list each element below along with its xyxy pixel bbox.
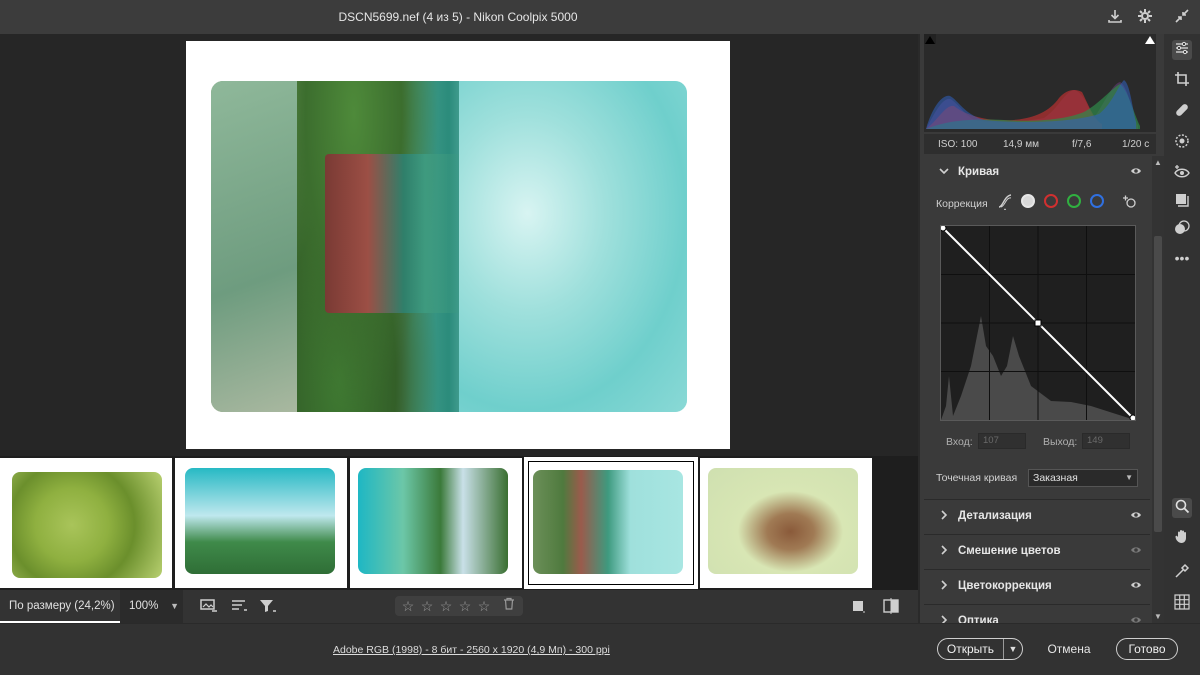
before-after-icon[interactable]	[882, 598, 900, 616]
eye-icon[interactable]	[1130, 166, 1142, 179]
chevron-right-icon	[938, 545, 950, 558]
title-bar: DSCN5699.nef (4 из 5) - Nikon Coolpix 50…	[0, 0, 1200, 34]
edit-panel: ISO: 100 14,9 мм f/7,6 1/20 с Кривая Кор…	[918, 34, 1164, 623]
star-icon[interactable]: ☆	[418, 597, 436, 615]
zoom-icon[interactable]	[1172, 498, 1192, 518]
output-field[interactable]: 149	[1082, 433, 1130, 449]
save-icon[interactable]	[1106, 8, 1124, 26]
filmstrip-thumb[interactable]	[700, 458, 872, 588]
healing-icon[interactable]	[1172, 102, 1192, 122]
footer-bar: Adobe RGB (1998) - 8 бит - 2560 x 1920 (…	[0, 623, 1200, 675]
chevron-down-icon[interactable]: ▼	[1004, 639, 1022, 659]
star-icon[interactable]: ☆	[475, 597, 493, 615]
edit-sliders-icon[interactable]	[1172, 40, 1192, 60]
scroll-up-icon[interactable]: ▲	[1154, 158, 1162, 167]
exif-info: ISO: 100 14,9 мм f/7,6 1/20 с	[924, 134, 1156, 154]
filmstrip-thumb-selected[interactable]	[524, 457, 698, 589]
point-curve-white-icon[interactable]	[1021, 194, 1035, 208]
target-adjust-icon[interactable]	[1122, 194, 1136, 208]
input-field[interactable]: 107	[978, 433, 1026, 449]
section-title: Цветокоррекция	[958, 580, 1052, 592]
filmstrip-thumb[interactable]	[350, 458, 522, 588]
scrollbar-thumb[interactable]	[1154, 236, 1162, 532]
correction-label: Коррекция	[936, 198, 988, 210]
hand-icon[interactable]	[1172, 528, 1192, 548]
blue-channel-icon[interactable]	[1090, 194, 1104, 208]
eye-icon[interactable]	[1130, 510, 1142, 523]
red-channel-icon[interactable]	[1044, 194, 1058, 208]
workflow-options-link[interactable]: Adobe RGB (1998) - 8 бит - 2560 x 1920 (…	[333, 644, 610, 656]
section-title: Детализация	[958, 510, 1032, 522]
zoom-level-select[interactable]: 100% ▼	[120, 590, 183, 623]
gear-icon[interactable]	[1136, 8, 1154, 26]
filmstrip-thumb[interactable]	[175, 458, 347, 588]
chevron-down-icon: ▼	[170, 601, 179, 611]
shutter-value: 1/20 с	[1122, 139, 1150, 150]
mask-icon[interactable]	[1172, 133, 1192, 153]
output-label: Выход:	[1043, 436, 1078, 448]
tool-rail: •••	[1164, 34, 1200, 623]
window-title: DSCN5699.nef (4 из 5) - Nikon Coolpix 50…	[338, 10, 578, 24]
filmstrip	[0, 456, 918, 590]
presets-icon[interactable]	[1172, 220, 1192, 240]
section-detail[interactable]: Детализация	[924, 499, 1150, 533]
image-canvas[interactable]	[0, 34, 918, 456]
input-label: Вход:	[946, 436, 973, 448]
chevron-right-icon	[938, 615, 950, 623]
point-curve-select[interactable]: Заказная ▼	[1028, 469, 1138, 487]
cancel-button[interactable]: Отмена	[1040, 638, 1098, 660]
preview-photo	[211, 81, 687, 412]
aperture-value: f/7,6	[1072, 139, 1092, 150]
open-button[interactable]: Открыть ▼	[937, 638, 1023, 660]
iso-value: ISO: 100	[938, 139, 978, 150]
trash-icon[interactable]	[500, 597, 518, 615]
green-channel-icon[interactable]	[1067, 194, 1081, 208]
chevron-right-icon	[938, 580, 950, 593]
tone-curve-graph[interactable]	[939, 224, 1137, 422]
star-icon[interactable]: ☆	[437, 597, 455, 615]
filmstrip-thumb[interactable]	[0, 458, 172, 588]
section-optics[interactable]: Оптика	[924, 604, 1150, 623]
histogram	[924, 34, 1156, 132]
collapse-icon[interactable]	[1173, 8, 1191, 26]
focal-length-value: 14,9 мм	[1003, 139, 1039, 150]
filter-icon[interactable]	[259, 598, 277, 616]
sort-icon[interactable]	[230, 598, 248, 616]
single-view-icon[interactable]	[849, 598, 867, 616]
eye-icon[interactable]	[1130, 615, 1142, 623]
curve-section-header[interactable]: Кривая	[924, 156, 1150, 190]
chevron-down-icon	[938, 166, 950, 179]
sampler-icon[interactable]	[1172, 563, 1192, 583]
star-icon[interactable]: ☆	[399, 597, 417, 615]
chevron-down-icon: ▼	[1125, 473, 1133, 482]
point-curve-label: Точечная кривая	[936, 472, 1018, 484]
open-button-label[interactable]: Открыть	[938, 639, 1004, 659]
zoom-level-value: 100%	[129, 600, 159, 612]
rating-control[interactable]: ☆ ☆ ☆ ☆ ☆	[395, 596, 523, 616]
panel-scrollbar[interactable]: ▲ ▼	[1152, 156, 1164, 623]
snapshots-icon[interactable]	[1172, 192, 1192, 212]
section-color-mixer[interactable]: Смешение цветов	[924, 534, 1150, 568]
scroll-down-icon[interactable]: ▼	[1154, 612, 1162, 621]
eye-icon[interactable]	[1130, 580, 1142, 593]
filmstrip-options-icon[interactable]	[200, 598, 218, 616]
eye-icon[interactable]	[1130, 545, 1142, 558]
redeye-icon[interactable]	[1172, 164, 1192, 184]
section-title: Кривая	[958, 166, 1000, 178]
section-title: Оптика	[958, 615, 999, 623]
section-title: Смешение цветов	[958, 545, 1061, 557]
grid-icon[interactable]	[1172, 594, 1192, 614]
bottom-toolbar: По размеру (24,2%) 100% ▼ ☆ ☆ ☆ ☆ ☆	[0, 590, 918, 623]
chevron-right-icon	[938, 510, 950, 523]
point-curve-value: Заказная	[1033, 472, 1078, 484]
parametric-curve-icon[interactable]	[998, 194, 1012, 211]
done-button[interactable]: Готово	[1116, 638, 1178, 660]
section-color-grading[interactable]: Цветокоррекция	[924, 569, 1150, 603]
crop-icon[interactable]	[1172, 71, 1192, 91]
star-icon[interactable]: ☆	[456, 597, 474, 615]
zoom-fit-button[interactable]: По размеру (24,2%)	[0, 590, 120, 623]
image-preview[interactable]	[186, 41, 730, 449]
more-icon[interactable]: •••	[1172, 248, 1192, 268]
curve-section: Кривая Коррекция Вход: 107 Выход: 149 То…	[924, 156, 1150, 536]
